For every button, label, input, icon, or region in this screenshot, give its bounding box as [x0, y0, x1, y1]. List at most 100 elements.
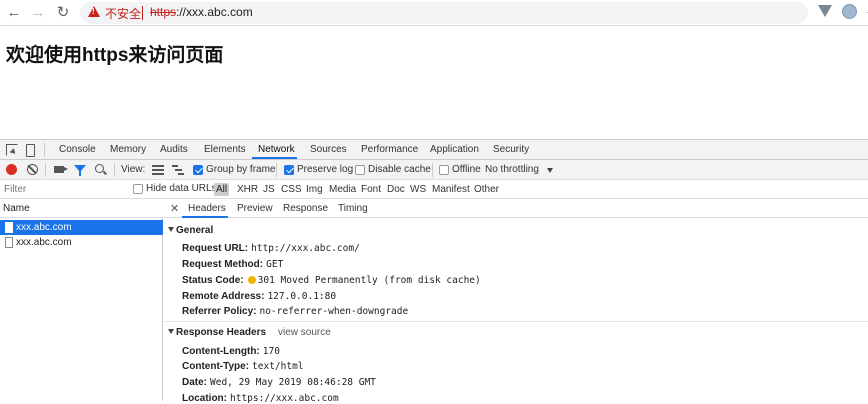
document-icon — [5, 222, 13, 233]
tab-security[interactable]: Security — [493, 144, 529, 155]
request-row[interactable]: xxx.abc.com — [0, 220, 163, 235]
request-method-key: Request Method: — [182, 259, 264, 270]
status-code-value: 301 Moved Permanently (from disk cache) — [257, 275, 481, 286]
status-dot-icon — [247, 276, 256, 284]
tab-sources[interactable]: Sources — [310, 144, 347, 155]
waterfall-view-icon[interactable] — [172, 165, 184, 175]
request-method-row: Request Method: GET — [182, 259, 283, 270]
large-rows-icon[interactable] — [152, 165, 164, 175]
inspect-element-icon[interactable] — [6, 144, 18, 156]
request-url-key: Request URL: — [182, 243, 249, 254]
capture-screenshots-icon[interactable] — [54, 166, 68, 173]
type-filter-ws[interactable]: WS — [408, 183, 428, 196]
status-code-key: Status Code: — [182, 275, 244, 286]
divider — [45, 163, 46, 177]
tab-memory[interactable]: Memory — [110, 144, 146, 155]
disable-cache-label[interactable]: Disable cache — [368, 164, 431, 175]
location-key: Location: — [182, 393, 227, 404]
address-bar[interactable]: 不安全 https://xxx.abc.com ☆ — [80, 2, 868, 24]
request-name: xxx.abc.com — [16, 237, 72, 248]
filter-icon[interactable] — [74, 165, 86, 176]
url-text[interactable]: https://xxx.abc.com — [150, 5, 253, 19]
hide-data-urls-label[interactable]: Hide data URLs — [146, 183, 217, 194]
record-icon[interactable] — [6, 164, 17, 175]
preserve-log-label[interactable]: Preserve log — [297, 164, 353, 175]
type-filter-other[interactable]: Other — [472, 183, 501, 196]
browser-toolbar: ← → ↻ 不安全 https://xxx.abc.com ☆ — [0, 0, 868, 26]
general-title: General — [176, 225, 214, 236]
request-url-value: http://xxx.abc.com/ — [251, 243, 360, 254]
offline-checkbox[interactable] — [439, 165, 449, 175]
tab-performance[interactable]: Performance — [361, 144, 418, 155]
preserve-log-checkbox[interactable] — [284, 165, 294, 175]
close-icon[interactable]: ✕ — [170, 202, 179, 215]
type-filter-font[interactable]: Font — [359, 183, 383, 196]
offline-label[interactable]: Offline — [452, 164, 481, 175]
tab-elements[interactable]: Elements — [204, 144, 246, 155]
divider — [276, 163, 277, 177]
response-headers-section-toggle[interactable]: Response Headers — [168, 327, 266, 338]
content-type-key: Content-Type: — [182, 361, 250, 372]
divider — [432, 163, 433, 177]
tab-audits[interactable]: Audits — [160, 144, 188, 155]
devtools-tab-bar: Console Memory Audits Elements Network S… — [0, 140, 868, 160]
extension-globe-icon[interactable] — [842, 4, 857, 19]
general-section-toggle[interactable]: General — [168, 225, 213, 236]
warning-icon[interactable] — [88, 6, 100, 17]
type-filter-img[interactable]: Img — [304, 183, 325, 196]
tab-headers[interactable]: Headers — [188, 203, 226, 214]
view-source-link[interactable]: view source — [278, 327, 331, 338]
type-filter-js[interactable]: JS — [261, 183, 277, 196]
type-filter-all[interactable]: All — [214, 183, 230, 196]
type-filter-doc[interactable]: Doc — [385, 183, 407, 196]
hide-data-urls-checkbox[interactable] — [133, 184, 143, 194]
search-icon[interactable] — [95, 164, 104, 173]
extension-vee-icon[interactable] — [818, 5, 832, 17]
location-row: Location: https://xxx.abc.com — [182, 393, 339, 404]
referrer-policy-value: no-referrer-when-downgrade — [259, 306, 409, 317]
request-list: xxx.abc.com xxx.abc.com — [0, 218, 163, 401]
disable-cache-checkbox[interactable] — [355, 165, 365, 175]
remote-address-value: 127.0.0.1:80 — [267, 291, 337, 302]
tab-network[interactable]: Network — [258, 144, 295, 155]
insecure-label[interactable]: 不安全 — [105, 5, 141, 22]
tab-application[interactable]: Application — [430, 144, 479, 155]
content-type-value: text/html — [252, 361, 304, 372]
content-length-key: Content-Length: — [182, 346, 260, 357]
tab-response[interactable]: Response — [283, 203, 328, 214]
type-filter-manifest[interactable]: Manifest — [430, 183, 472, 196]
date-row: Date: Wed, 29 May 2019 08:46:28 GMT — [182, 377, 376, 388]
filter-input[interactable] — [4, 184, 124, 195]
group-by-frame-checkbox[interactable] — [193, 165, 203, 175]
filter-bar: Hide data URLs All XHR JS CSS Img Media … — [0, 180, 868, 199]
request-name: xxx.abc.com — [16, 222, 72, 233]
tab-preview[interactable]: Preview — [237, 203, 273, 214]
chevron-down-icon[interactable] — [547, 168, 553, 173]
network-toolbar: View: Group by frame Preserve log Disabl… — [0, 160, 868, 180]
content-type-row: Content-Type: text/html — [182, 361, 304, 372]
clear-icon[interactable] — [27, 164, 38, 175]
status-code-row: Status Code: 301 Moved Permanently (from … — [182, 275, 481, 286]
content-length-value: 170 — [262, 346, 280, 357]
throttling-select[interactable]: No throttling — [485, 164, 539, 175]
tab-console[interactable]: Console — [59, 144, 96, 155]
name-column-header[interactable]: Name — [0, 199, 163, 218]
document-icon — [5, 237, 13, 248]
tab-timing[interactable]: Timing — [338, 203, 368, 214]
reload-icon[interactable]: ↻ — [53, 3, 73, 23]
url-scheme: https — [150, 5, 177, 19]
request-row[interactable]: xxx.abc.com — [0, 235, 163, 250]
type-filter-media[interactable]: Media — [327, 183, 358, 196]
forward-arrow-icon[interactable]: → — [28, 3, 48, 23]
page-heading: 欢迎使用https来访问页面 — [6, 45, 224, 66]
date-value: Wed, 29 May 2019 08:46:28 GMT — [210, 377, 376, 388]
device-toolbar-icon[interactable] — [26, 144, 35, 157]
group-by-frame-label[interactable]: Group by frame — [206, 164, 275, 175]
type-filter-css[interactable]: CSS — [279, 183, 304, 196]
remote-address-row: Remote Address: 127.0.0.1:80 — [182, 291, 336, 302]
back-arrow-icon[interactable]: ← — [4, 3, 24, 23]
triangle-down-icon — [168, 227, 174, 232]
type-filter-xhr[interactable]: XHR — [235, 183, 260, 196]
active-tab-indicator — [252, 157, 297, 159]
detail-tab-bar: ✕ Headers Preview Response Timing — [164, 199, 868, 218]
